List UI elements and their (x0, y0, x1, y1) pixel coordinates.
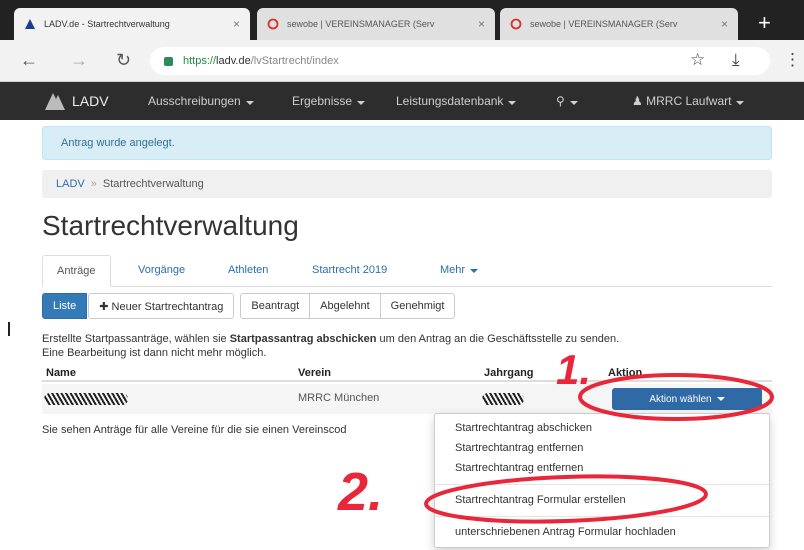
table-header: Name Verein Jahrgang Aktion (42, 364, 772, 382)
menu-item-entfernen[interactable]: Startrechtantrag entfernen (455, 442, 583, 454)
success-alert: Antrag wurde angelegt. (42, 126, 772, 160)
nav-user-menu[interactable]: ♟ MRRC Laufwart (632, 94, 745, 108)
url-host: ladv.de (216, 55, 251, 67)
forward-arrow-icon[interactable]: → (70, 50, 88, 71)
browser-tab-title: sewobe | VEREINSMANAGER (Serv (530, 19, 678, 29)
column-header-name: Name (46, 367, 76, 379)
tab-vorgaenge[interactable]: Vorgänge (124, 255, 199, 287)
button-label: Aktion wählen (649, 393, 712, 405)
menu-divider (435, 484, 769, 485)
redacted-jahrgang (482, 393, 524, 405)
close-icon[interactable]: × (478, 17, 485, 31)
table-row: MRRC München Aktion wählen (42, 384, 772, 414)
browser-tab-title: LADV.de - Startrechtverwaltung (44, 19, 170, 29)
browser-tab-sewobe-2[interactable]: sewobe | VEREINSMANAGER (Serv × (500, 8, 738, 40)
ladv-logo-icon (45, 93, 65, 110)
menu-item-formular-erstellen[interactable]: Startrechtantrag Formular erstellen (455, 494, 626, 506)
breadcrumb-current: Startrechtverwaltung (102, 178, 204, 190)
lock-icon (164, 56, 173, 66)
reload-icon[interactable]: ↻ (116, 50, 131, 71)
alert-text: Antrag wurde angelegt. (61, 137, 175, 149)
chevron-down-icon (569, 101, 578, 105)
nav-item-label: Ausschreibungen (148, 94, 241, 108)
user-icon: ♟ (632, 94, 643, 108)
nav-ergebnisse[interactable]: Ergebnisse (292, 94, 366, 108)
browser-tab-ladv[interactable]: LADV.de - Startrechtverwaltung × (14, 8, 250, 40)
close-icon[interactable]: × (233, 17, 240, 31)
chevron-down-icon (736, 101, 745, 105)
chevron-down-icon (508, 101, 517, 105)
url-scheme: https:// (183, 55, 217, 67)
user-name: MRRC Laufwart (646, 94, 732, 108)
filter-abgelehnt-button[interactable]: Abgelehnt (309, 293, 381, 319)
new-tab-button[interactable]: + (758, 10, 771, 36)
tab-startrecht-2019[interactable]: Startrecht 2019 (298, 255, 401, 287)
url-path: /lvStartrecht/index (250, 55, 339, 67)
star-icon[interactable]: ☆ (690, 50, 705, 70)
text-cursor (8, 322, 10, 336)
info-text-after: um den Antrag an die Geschäftsstelle zu … (376, 333, 620, 345)
info-text: Erstellte Startpassanträge, wählen sie S… (42, 332, 782, 360)
browser-tab-strip: LADV.de - Startrechtverwaltung × sewobe … (0, 0, 804, 40)
browser-tab-sewobe-1[interactable]: sewobe | VEREINSMANAGER (Serv × (257, 8, 495, 40)
tab-label: Mehr (440, 264, 466, 276)
sewobe-favicon-icon (510, 18, 522, 30)
close-icon[interactable]: × (721, 17, 728, 31)
tab-antraege[interactable]: Anträge (42, 255, 111, 287)
nav-ausschreibungen[interactable]: Ausschreibungen (148, 94, 254, 108)
breadcrumb: LADV » Startrechtverwaltung (42, 170, 772, 198)
brand-name: LADV (72, 93, 109, 109)
address-bar: ← → ↻ https://ladv.de/lvStartrecht/index… (0, 40, 804, 82)
menu-item-entfernen-2[interactable]: Startrechtantrag entfernen (455, 462, 583, 474)
breadcrumb-separator: » (90, 178, 97, 190)
download-icon[interactable]: ⤓ (732, 50, 740, 70)
annotation-label-two: 2. (337, 462, 383, 522)
nav-item-label: Ergebnisse (292, 94, 353, 108)
chevron-down-icon (357, 101, 366, 105)
menu-item-abschicken[interactable]: Startrechtantrag abschicken (455, 422, 592, 434)
plus-icon: ✚ (99, 301, 109, 313)
liste-button[interactable]: Liste (42, 293, 88, 319)
filter-genehmigt-button[interactable]: Genehmigt (379, 293, 456, 319)
more-vert-icon[interactable]: ⋮ (784, 50, 801, 70)
chevron-down-icon (470, 269, 479, 273)
nav-leistungsdatenbank[interactable]: Leistungsdatenbank (396, 94, 517, 108)
new-startrechtantrag-button[interactable]: ✚ Neuer Startrechtantrag (88, 293, 235, 319)
info-text-bold: Startpassantrag abschicken (229, 333, 377, 345)
brand-logo-link[interactable]: LADV (44, 91, 109, 111)
column-header-aktion: Aktion (608, 367, 643, 379)
redacted-name (44, 393, 128, 405)
menu-divider (435, 516, 769, 517)
search-icon: ⚲ (556, 94, 565, 108)
page-title: Startrechtverwaltung (42, 210, 299, 241)
filter-beantragt-button[interactable]: Beantragt (240, 293, 311, 319)
site-navbar: LADV Ausschreibungen Ergebnisse Leistung… (0, 82, 804, 120)
sewobe-favicon-icon (267, 18, 279, 30)
tab-mehr[interactable]: Mehr (426, 255, 492, 287)
menu-item-formular-hochladen[interactable]: unterschriebenen Antrag Formular hochlad… (455, 526, 676, 538)
tab-athleten[interactable]: Athleten (214, 255, 282, 287)
info-text-line2: Eine Bearbeitung ist dann nicht mehr mög… (42, 347, 267, 359)
page-tabs: Anträge Vorgänge Athleten Startrecht 201… (42, 255, 772, 287)
action-select-button[interactable]: Aktion wählen (612, 388, 762, 410)
column-header-jahrgang: Jahrgang (484, 367, 534, 379)
nav-item-label: Leistungsdatenbank (396, 94, 504, 108)
action-dropdown-menu: Startrechtantrag abschicken Startrechtan… (434, 413, 770, 548)
info-text-before: Erstellte Startpassanträge, wählen sie (42, 333, 230, 345)
button-label: Neuer Startrechtantrag (111, 301, 224, 313)
footer-note: Sie sehen Anträge für alle Vereine für d… (42, 424, 347, 436)
chevron-down-icon (245, 101, 254, 105)
cell-verein: MRRC München (298, 392, 380, 404)
chevron-down-icon (716, 397, 725, 401)
url-input[interactable]: https://ladv.de/lvStartrecht/index (150, 47, 770, 75)
breadcrumb-home-link[interactable]: LADV (56, 178, 85, 190)
toolbar: Liste ✚ Neuer Startrechtantrag Beantragt… (42, 293, 456, 319)
browser-tab-title: sewobe | VEREINSMANAGER (Serv (287, 19, 435, 29)
back-arrow-icon[interactable]: ← (20, 50, 38, 71)
column-header-verein: Verein (298, 367, 332, 379)
nav-search[interactable]: ⚲ (556, 94, 578, 108)
ladv-favicon-icon (25, 19, 35, 29)
